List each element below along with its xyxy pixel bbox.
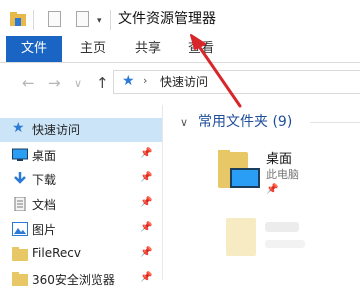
group-divider — [310, 122, 360, 123]
tab-home[interactable]: 主页 — [80, 36, 106, 62]
desktop-folder-icon[interactable] — [218, 150, 262, 192]
properties-icon[interactable] — [48, 11, 61, 27]
desktop-icon — [12, 148, 28, 161]
star-icon: ★ — [122, 73, 135, 89]
recent-locations-icon[interactable]: ∨ — [74, 77, 82, 90]
sidebar-item-label: 文档 — [32, 198, 57, 212]
address-bar[interactable] — [113, 70, 360, 94]
pin-icon[interactable]: 📌 — [140, 247, 152, 258]
download-icon — [14, 172, 26, 184]
forward-icon[interactable]: → — [48, 74, 61, 92]
title-divider — [110, 10, 111, 30]
breadcrumb-separator[interactable]: › — [143, 74, 147, 87]
tab-share[interactable]: 共享 — [135, 36, 161, 62]
sidebar-item-documents[interactable]: 文档 📌 — [0, 193, 162, 217]
blurred-folder-name — [265, 222, 299, 232]
folder-icon — [12, 272, 28, 286]
sidebar-item-quick-access[interactable]: ★ 快速访问 — [0, 118, 162, 142]
new-folder-icon[interactable] — [76, 11, 89, 27]
pin-icon[interactable]: 📌 — [140, 172, 152, 183]
breadcrumb-quick-access[interactable]: 快速访问 — [160, 73, 208, 90]
folder-icon[interactable] — [10, 12, 26, 26]
up-icon[interactable]: ↑ — [96, 74, 109, 92]
sidebar-item-label: 下载 — [32, 173, 57, 187]
document-icon — [14, 197, 26, 211]
pin-icon[interactable]: 📌 — [140, 222, 152, 233]
sidebar-item-label: 图片 — [32, 223, 57, 237]
folder-name[interactable]: 桌面 — [266, 148, 292, 167]
pin-icon: 📌 — [266, 184, 279, 195]
window-title: 文件资源管理器 — [118, 11, 216, 27]
sidebar-item-360-browser[interactable]: 360安全浏览器 📌 — [0, 268, 162, 292]
sidebar-item-label: FileRecv — [32, 246, 81, 260]
sidebar-item-label: 快速访问 — [32, 123, 81, 137]
picture-icon — [12, 222, 28, 236]
sidebar-item-label: 桌面 — [32, 149, 57, 163]
sidebar-item-desktop[interactable]: 桌面 📌 — [0, 144, 162, 168]
sidebar-item-filerecv[interactable]: FileRecv 📌 — [0, 243, 162, 267]
folder-location: 此电脑 — [266, 168, 299, 181]
sidebar-item-downloads[interactable]: 下载 📌 — [0, 168, 162, 192]
back-icon[interactable]: ← — [22, 74, 35, 92]
sidebar-item-pictures[interactable]: 图片 📌 — [0, 218, 162, 242]
folder-icon — [12, 247, 28, 261]
folder-icon[interactable] — [226, 218, 256, 256]
blurred-folder-location — [265, 240, 305, 248]
star-icon: ★ — [12, 120, 25, 136]
tab-view[interactable]: 查看 — [188, 36, 214, 62]
quick-access-divider — [33, 10, 34, 30]
pane-divider[interactable] — [162, 105, 163, 280]
tab-file[interactable]: 文件 — [6, 36, 62, 62]
pin-icon[interactable]: 📌 — [140, 272, 152, 283]
pin-icon[interactable]: 📌 — [140, 197, 152, 208]
chevron-down-icon[interactable]: ∨ — [180, 116, 188, 129]
group-header-frequent-folders[interactable]: 常用文件夹 (9) — [198, 111, 292, 131]
customize-quick-access-icon[interactable]: ▾ — [97, 16, 102, 26]
pin-icon[interactable]: 📌 — [140, 148, 152, 159]
